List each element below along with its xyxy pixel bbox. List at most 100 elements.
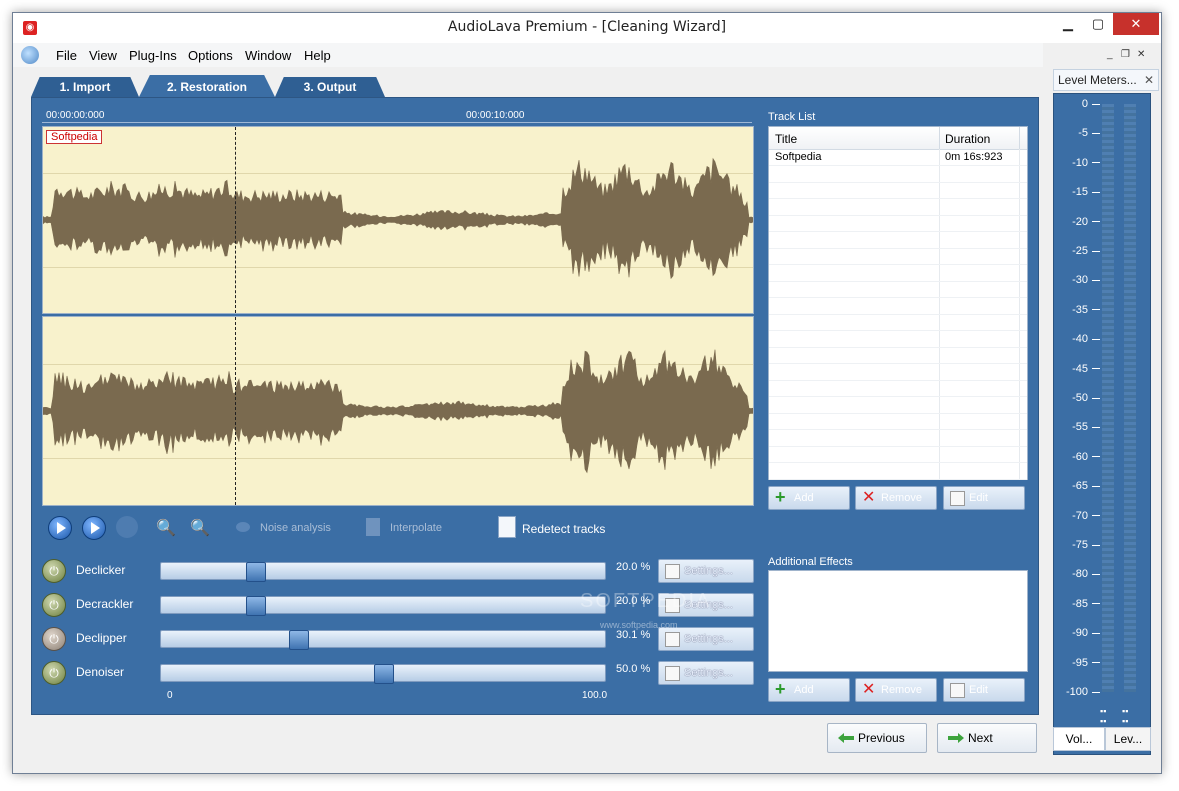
table-row (769, 380, 1027, 397)
meter-tick-label: 0 (1056, 98, 1100, 110)
effect-strength-slider[interactable] (160, 664, 606, 684)
noise-analysis-button[interactable]: Noise analysis (260, 522, 331, 534)
column-duration-header[interactable]: Duration (945, 132, 990, 146)
menu-options[interactable]: Options (188, 48, 233, 63)
menu-plugins[interactable]: Plug-Ins (129, 48, 177, 63)
restoration-panel: 00:00:00:000 00:00:10:000 Softpedia 🔍 🔍 … (31, 97, 1039, 715)
zoom-in-icon[interactable]: 🔍 (156, 518, 176, 538)
menu-file[interactable]: File (56, 48, 77, 63)
menu-view[interactable]: View (89, 48, 117, 63)
slider-thumb[interactable] (246, 562, 266, 582)
track-duration-cell: 0m 16s:923 (945, 151, 1003, 163)
power-toggle-icon[interactable]: ⏻ (42, 559, 66, 583)
level-meters-header: Level Meters... ✕ (1053, 69, 1159, 91)
tab-level[interactable]: Lev... (1105, 727, 1151, 751)
table-row (769, 446, 1027, 463)
table-row (769, 281, 1027, 298)
power-toggle-icon[interactable]: ⏻ (42, 593, 66, 617)
playhead-cursor[interactable] (235, 127, 236, 313)
interpolate-button[interactable]: Interpolate (390, 522, 442, 534)
effect-strength-slider[interactable] (160, 630, 606, 650)
track-add-button[interactable]: + Add (768, 486, 850, 510)
track-remove-button[interactable]: ✕ Remove (855, 486, 937, 510)
next-button[interactable]: Next (937, 723, 1037, 753)
mdi-document-icon[interactable] (21, 46, 39, 64)
slider-scale-min: 0 (167, 690, 173, 701)
track-list[interactable]: Title Duration Softpedia 0m 16s:923 (768, 126, 1028, 480)
remove-icon: ✕ (862, 489, 876, 506)
tab-restoration[interactable]: 2. Restoration (139, 75, 275, 97)
menu-help[interactable]: Help (304, 48, 331, 63)
mdi-restore-button[interactable]: ❐ (1121, 49, 1130, 60)
track-list-header: Title Duration (769, 127, 1027, 150)
meter-tick-label: -80 (1056, 568, 1100, 580)
waveform-right-channel[interactable] (42, 316, 754, 506)
play-icon[interactable] (48, 516, 72, 540)
tab-output[interactable]: 3. Output (275, 77, 385, 97)
effect-strength-slider[interactable] (160, 562, 606, 582)
table-row (769, 182, 1027, 199)
close-icon[interactable]: ✕ (1144, 70, 1154, 90)
stop-icon[interactable] (116, 516, 138, 538)
add-icon: + (775, 487, 786, 507)
title-bar: ◉ AudioLava Premium - [Cleaning Wizard] … (13, 13, 1161, 43)
mdi-close-button[interactable]: ✕ (1137, 49, 1145, 60)
meter-tick-label: -70 (1056, 510, 1100, 522)
waveform-left-graphic (43, 157, 753, 280)
table-row[interactable]: Softpedia 0m 16s:923 (769, 149, 1027, 166)
slider-thumb[interactable] (246, 596, 266, 616)
edit-icon (950, 683, 965, 698)
effect-add-button[interactable]: + Add (768, 678, 850, 702)
tab-import[interactable]: 1. Import (31, 77, 139, 97)
slider-thumb[interactable] (374, 664, 394, 684)
track-edit-button[interactable]: Edit (943, 486, 1025, 510)
meter-tick-label: -55 (1056, 421, 1100, 433)
effect-settings-button[interactable]: Settings... (658, 661, 754, 685)
table-row (769, 463, 1027, 480)
slider-thumb[interactable] (289, 630, 309, 650)
table-row (769, 232, 1027, 249)
column-title-header[interactable]: Title (775, 132, 797, 146)
play-selection-icon[interactable] (82, 516, 106, 540)
watermark-url: www.softpedia.com (600, 620, 678, 630)
power-toggle-icon[interactable]: ⏻ (42, 661, 66, 685)
add-icon: + (775, 679, 786, 699)
right-level-bar (1124, 104, 1136, 692)
effect-settings-button[interactable]: Settings... (658, 627, 754, 651)
edit-icon (950, 491, 965, 506)
effect-value-label: 30.1 % (616, 629, 651, 641)
effect-add-label: Add (794, 684, 814, 696)
minimize-button[interactable]: ▁ (1053, 13, 1083, 35)
additional-effects-title: Additional Effects (768, 556, 853, 568)
meter-tick-label: -5 (1056, 127, 1100, 139)
track-remove-label: Remove (881, 492, 922, 504)
previous-button[interactable]: Previous (827, 723, 927, 753)
effect-remove-button[interactable]: ✕ Remove (855, 678, 937, 702)
effect-edit-button[interactable]: Edit (943, 678, 1025, 702)
settings-label: Settings... (684, 565, 733, 577)
track-edit-label: Edit (969, 492, 988, 504)
menu-window[interactable]: Window (245, 48, 291, 63)
effect-name-label: Denoiser (76, 665, 125, 679)
effect-settings-button[interactable]: Settings... (658, 559, 754, 583)
playhead-cursor-2 (235, 317, 236, 505)
tab-volume[interactable]: Vol... (1053, 727, 1105, 751)
maximize-button[interactable]: ▢ (1083, 13, 1113, 35)
table-row (769, 199, 1027, 216)
close-button[interactable]: ✕ (1113, 13, 1159, 35)
power-toggle-icon[interactable]: ⏻ (42, 627, 66, 651)
meter-tick-label: -30 (1056, 274, 1100, 286)
track-marker-label[interactable]: Softpedia (46, 130, 103, 144)
additional-effects-list[interactable] (768, 570, 1028, 672)
mdi-minimize-button[interactable]: _ (1107, 49, 1113, 60)
zoom-out-icon[interactable]: 🔍 (190, 518, 210, 538)
meter-tick-label: -90 (1056, 627, 1100, 639)
waveform-left-channel[interactable]: Softpedia (42, 126, 754, 314)
level-meters-title: Level Meters... (1058, 73, 1137, 87)
table-row (769, 397, 1027, 414)
next-label: Next (968, 731, 993, 745)
effect-strength-slider[interactable] (160, 596, 606, 616)
table-row (769, 364, 1027, 381)
redetect-tracks-button[interactable]: Redetect tracks (522, 522, 605, 536)
meter-tick-label: -100 (1056, 686, 1100, 698)
